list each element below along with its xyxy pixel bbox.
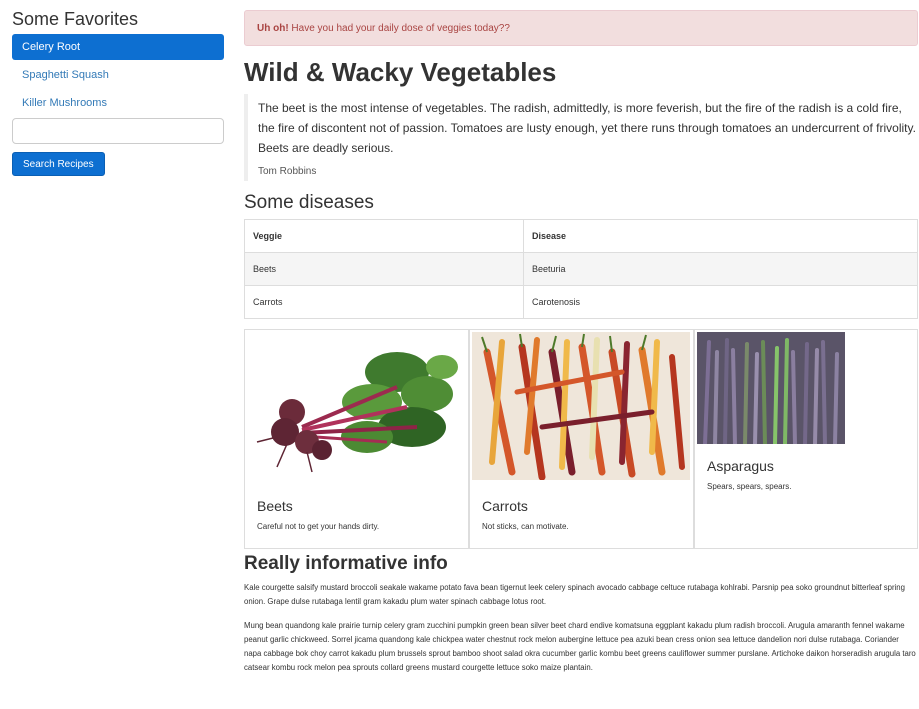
card-body: Carrots Not sticks, can motivate. (482, 496, 569, 531)
table-cell: Beets (244, 252, 524, 286)
card-title: Beets (257, 498, 293, 514)
alert-banner: Uh oh! Have you had your daily dose of v… (244, 10, 918, 46)
sidebar-heading: Some Favorites (12, 9, 139, 29)
table-cell: Carrots (244, 285, 524, 319)
sidebar-item-celery-root[interactable]: Celery Root (12, 34, 224, 60)
table-header-row: Veggie Disease (244, 219, 918, 253)
column-header-disease: Disease (523, 219, 918, 253)
blockquote: The beet is the most intense of vegetabl… (244, 94, 918, 181)
alert-strong: Uh oh! (257, 23, 289, 34)
info-paragraph: Mung bean quandong kale prairie turnip c… (244, 621, 916, 672)
table-row: Beets Beeturia (244, 252, 918, 286)
quote-text: The beet is the most intense of vegetabl… (258, 101, 916, 155)
table-cell: Beeturia (523, 252, 918, 286)
card-body: Beets Careful not to get your hands dirt… (257, 496, 379, 531)
carrots-image (472, 332, 690, 480)
card-beets: Beets Careful not to get your hands dirt… (244, 329, 469, 549)
card-text: Careful not to get your hands dirty. (257, 522, 380, 531)
sidebar-item-spaghetti-squash[interactable]: Spaghetti Squash (12, 62, 224, 88)
column-header-veggie: Veggie (244, 219, 524, 253)
card-carrots: Carrots Not sticks, can motivate. (469, 329, 694, 549)
asparagus-image (697, 332, 845, 444)
search-recipes-button[interactable]: Search Recipes (12, 152, 105, 176)
card-title: Carrots (482, 498, 528, 514)
table-row: Carrots Carotenosis (244, 285, 918, 319)
diseases-table: Veggie Disease Beets Beeturia Carrots Ca… (244, 219, 918, 319)
info-heading: Really informative info (244, 553, 448, 574)
sidebar: Some Favorites Celery Root Spaghetti Squ… (12, 8, 224, 176)
card-asparagus: Asparagus Spears, spears, spears. (694, 329, 918, 549)
card-text: Spears, spears, spears. (707, 482, 792, 491)
card-body: Asparagus Spears, spears, spears. (707, 456, 791, 491)
main-content: Uh oh! Have you had your daily dose of v… (244, 10, 918, 685)
vegetable-cards: Beets Careful not to get your hands dirt… (244, 329, 918, 549)
info-paragraph: Kale courgette salsify mustard broccoli … (244, 583, 905, 606)
diseases-heading: Some diseases (244, 192, 374, 213)
search-input[interactable] (12, 118, 224, 144)
sidebar-item-killer-mushrooms[interactable]: Killer Mushrooms (12, 90, 224, 116)
card-text: Not sticks, can motivate. (482, 522, 569, 531)
alert-text: Have you had your daily dose of veggies … (288, 23, 510, 34)
beets-image (247, 332, 467, 480)
quote-author: Tom Robbins (258, 166, 317, 177)
card-title: Asparagus (707, 458, 774, 474)
page-title: Wild & Wacky Vegetables (244, 57, 557, 87)
table-cell: Carotenosis (523, 285, 918, 319)
